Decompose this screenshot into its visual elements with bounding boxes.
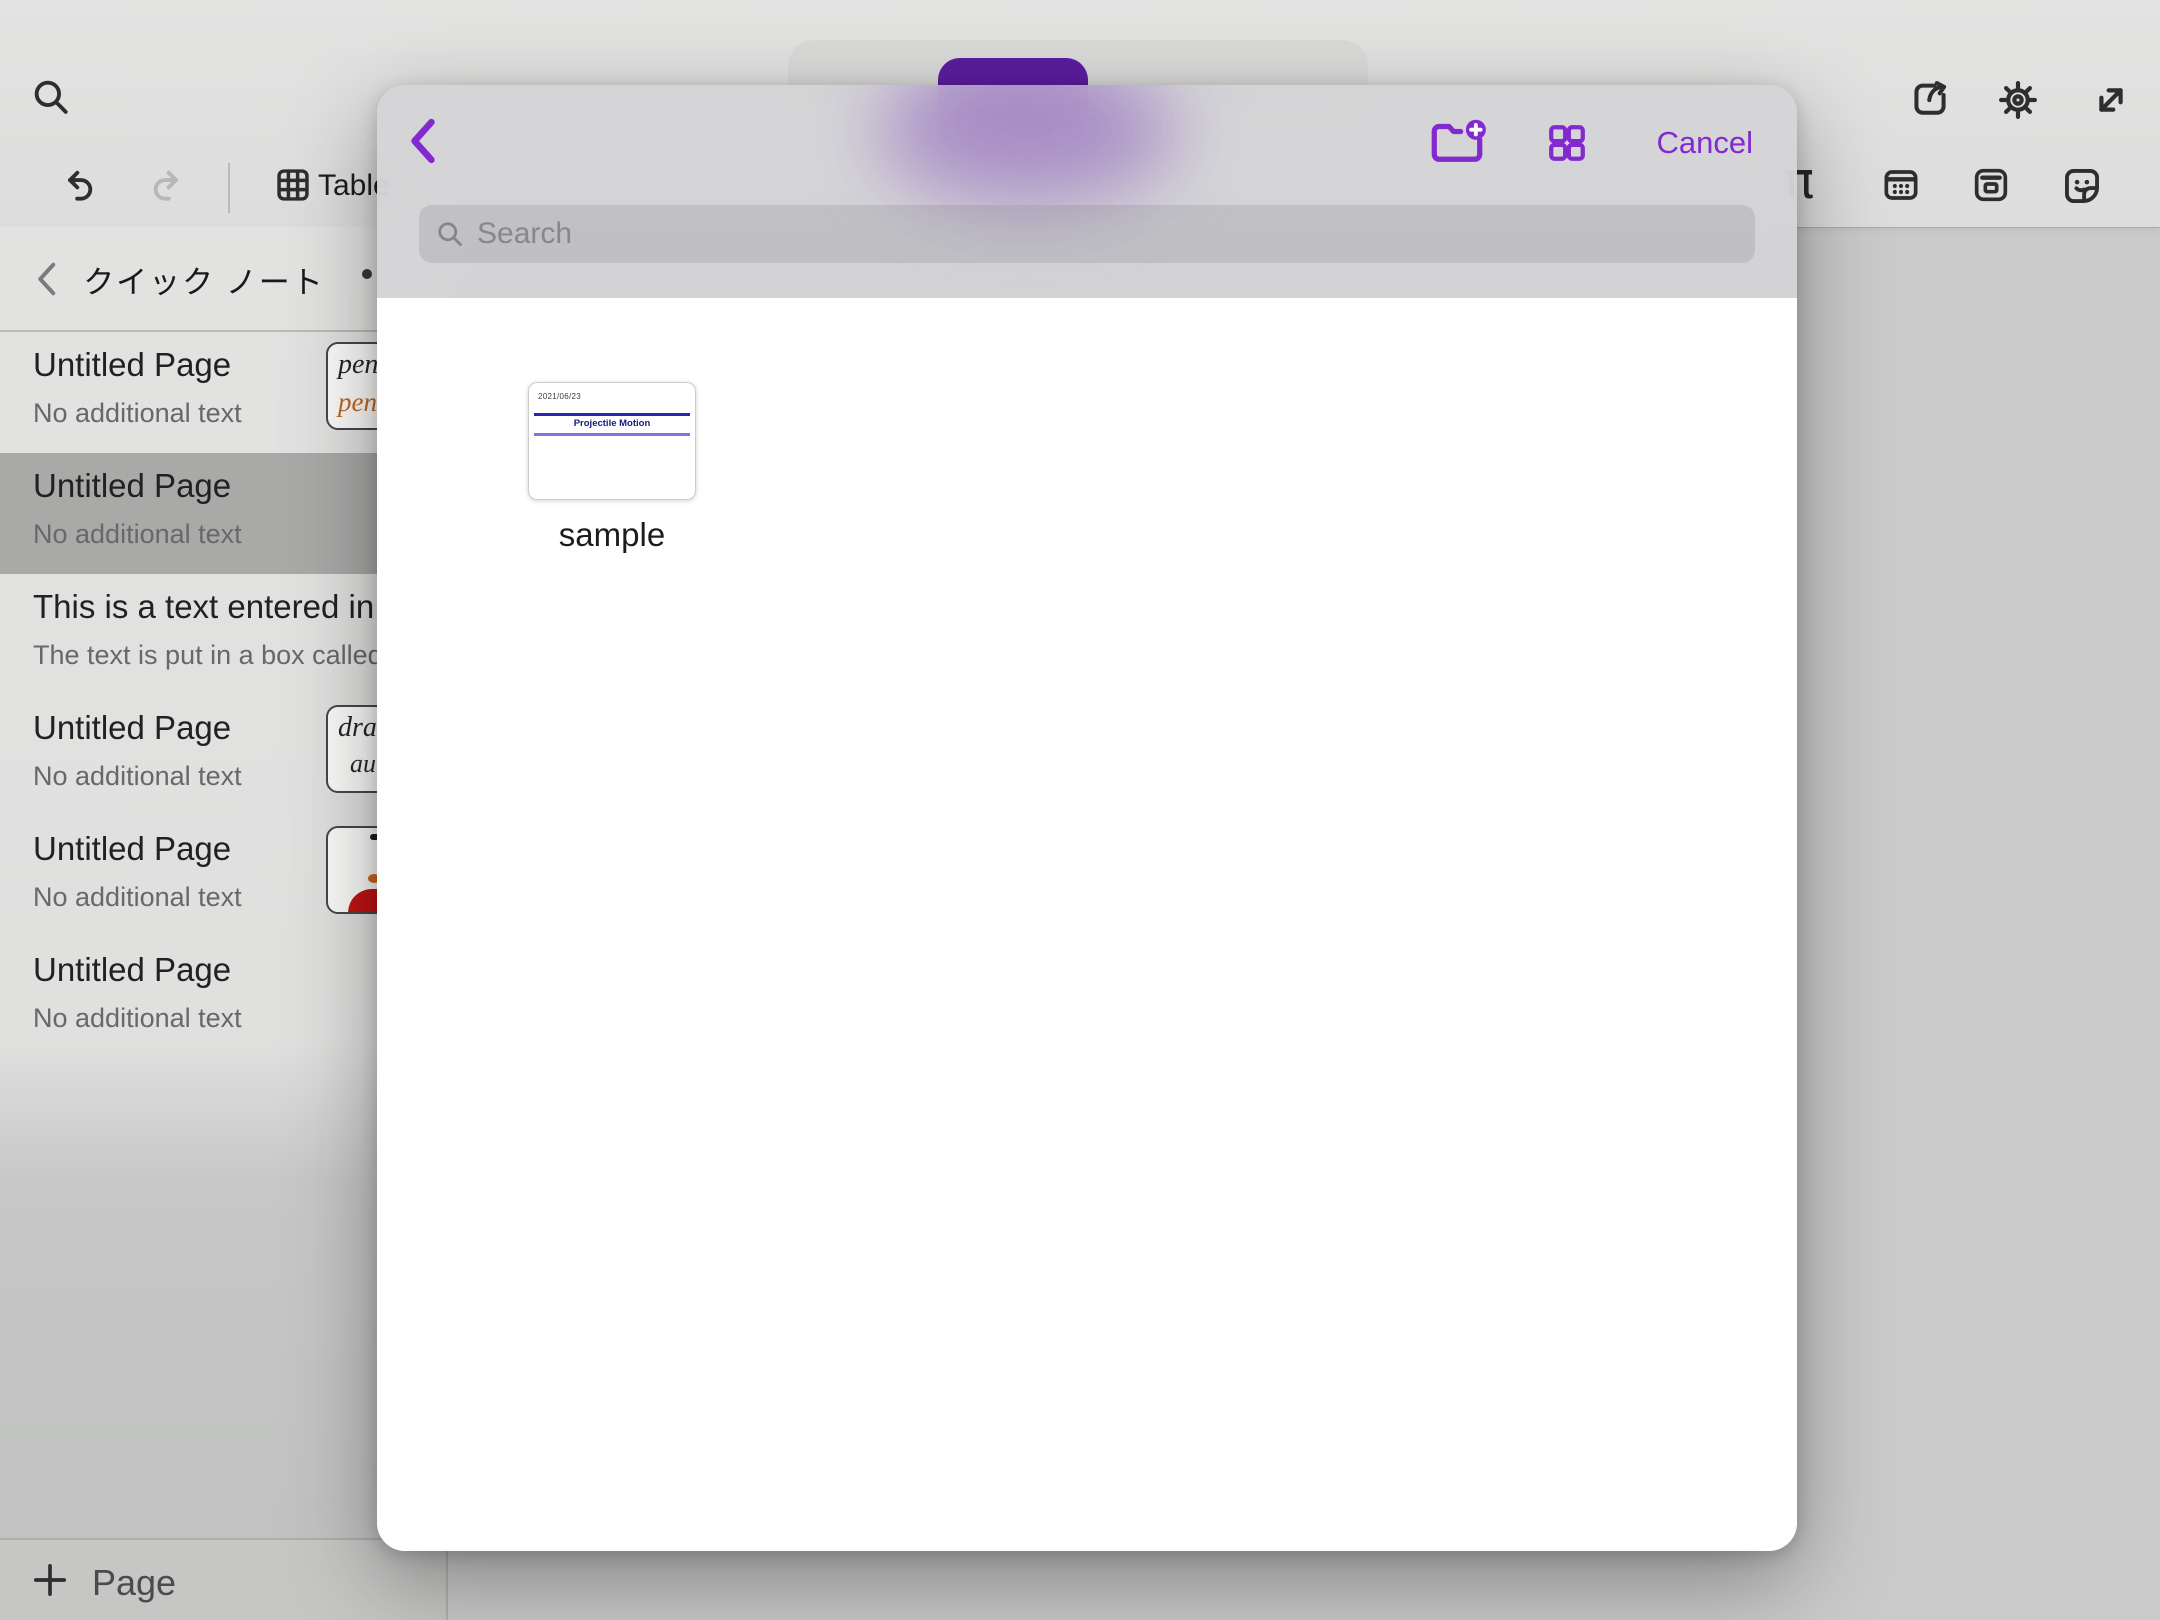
settings-gear-icon[interactable]	[1995, 77, 2041, 123]
share-icon[interactable]	[1908, 77, 1952, 121]
doc-rule-bottom	[534, 433, 690, 436]
modal-back-chevron-icon[interactable]	[401, 115, 449, 167]
cancel-button[interactable]: Cancel	[1657, 125, 1754, 161]
file-tile-sample[interactable]: 2021/06/23 Projectile Motion sample	[528, 382, 696, 500]
doc-date: 2021/06/23	[538, 392, 581, 401]
new-folder-icon[interactable]	[1425, 117, 1489, 167]
search-input[interactable]	[475, 216, 1739, 252]
keypad-icon[interactable]	[1881, 165, 1921, 205]
sticker-icon[interactable]	[2061, 165, 2103, 207]
undo-icon[interactable]	[56, 164, 98, 206]
file-thumbnail: 2021/06/23 Projectile Motion	[528, 382, 696, 500]
search-icon[interactable]	[30, 76, 72, 118]
grid-view-icon[interactable]	[1545, 121, 1589, 165]
file-browser-content: 2021/06/23 Projectile Motion sample	[377, 298, 1797, 1551]
frosted-purple-glow	[877, 85, 1177, 205]
search-icon	[435, 219, 465, 249]
file-name-label: sample	[468, 516, 756, 554]
plus-icon	[30, 1560, 70, 1600]
doc-heading: Projectile Motion	[529, 418, 695, 429]
modal-header: Cancel	[377, 85, 1797, 298]
search-field[interactable]	[419, 205, 1755, 263]
import-file-modal: 2021/06/23 Projectile Motion sample Canc…	[377, 85, 1797, 1551]
flashcards-icon[interactable]	[1971, 165, 2011, 205]
notebook-title: クイック ノート	[0, 257, 408, 302]
toolbar-divider	[228, 163, 230, 213]
add-page-label: Page	[92, 1562, 176, 1604]
doc-rule-top	[534, 413, 690, 416]
table-icon[interactable]	[274, 166, 312, 204]
redo-icon[interactable]	[148, 164, 190, 206]
app-root: Table π クイック ノート	[0, 0, 2160, 1620]
expand-icon[interactable]	[2088, 77, 2134, 123]
more-options-icon[interactable]	[362, 269, 372, 279]
